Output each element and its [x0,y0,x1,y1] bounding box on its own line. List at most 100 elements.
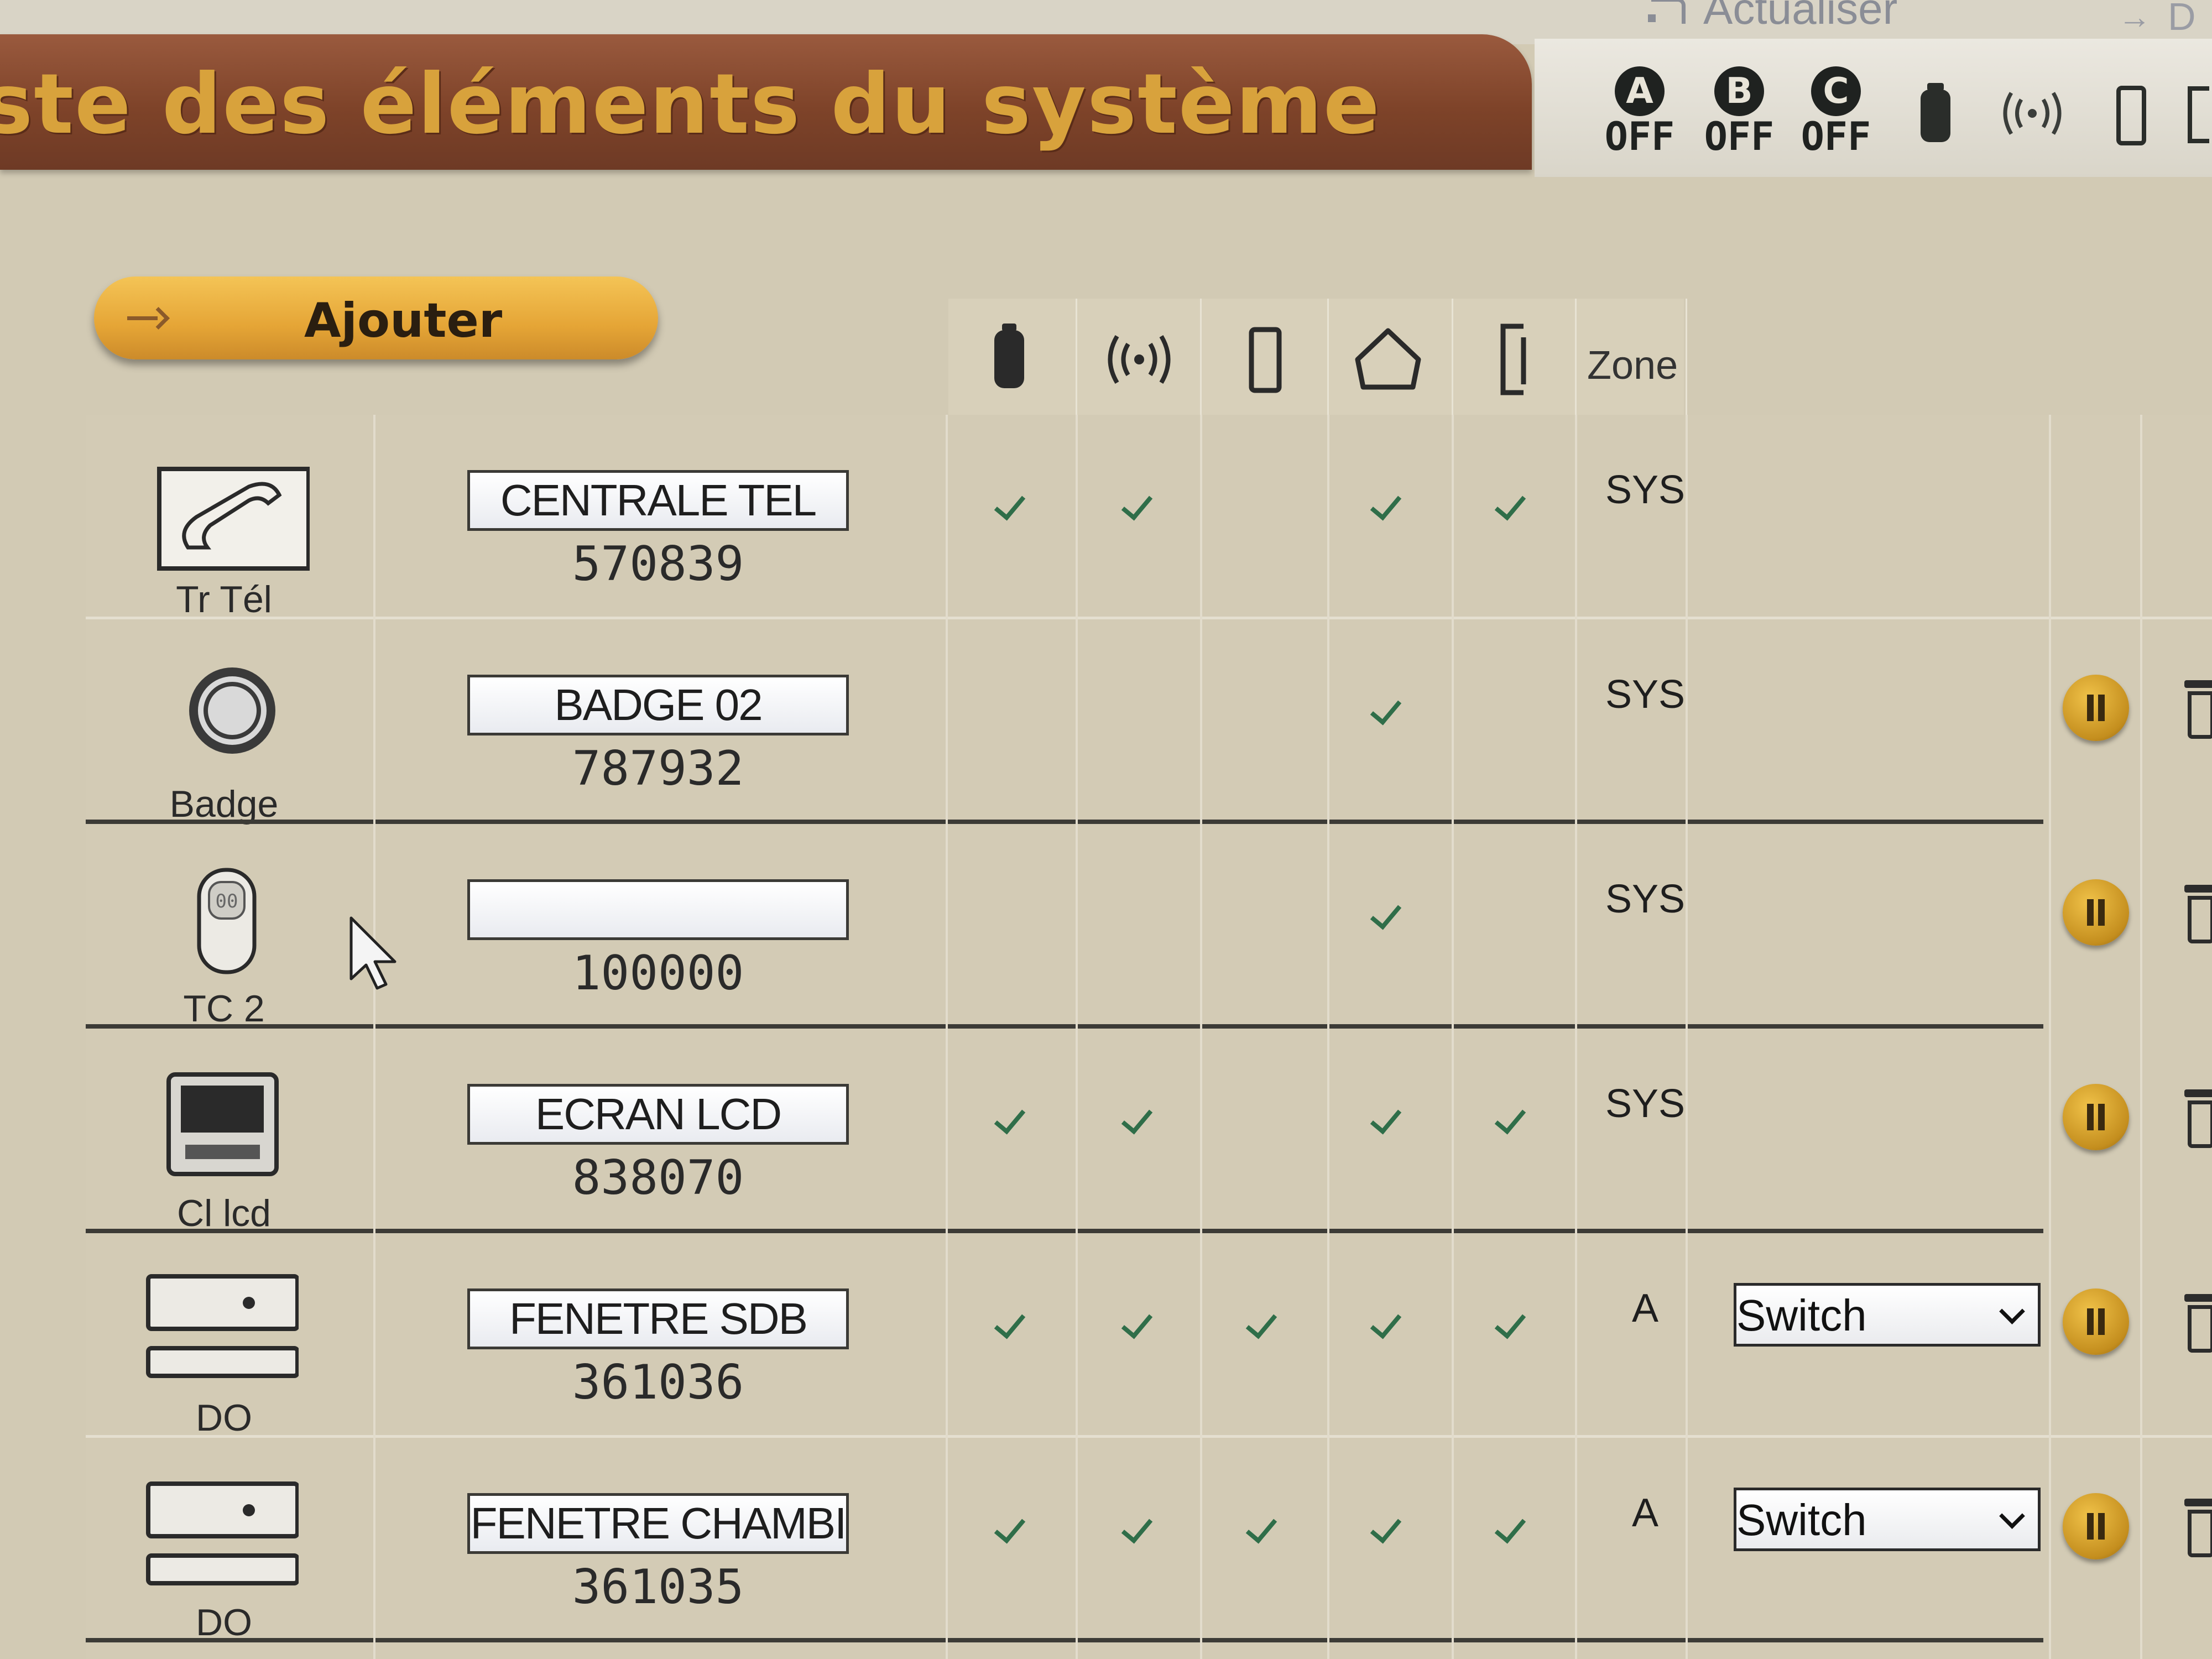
pause-button[interactable] [2063,1084,2129,1150]
delete-icon[interactable] [2184,680,2212,741]
mode-a-state: OFF [1604,114,1675,159]
check-icon [1120,498,1159,520]
page-header: ste des éléments du système [0,34,1532,170]
device-id: 361036 [572,1355,744,1410]
mode-b-state: OFF [1704,114,1775,159]
device-id: 361035 [572,1559,744,1615]
signal-icon [2003,92,2062,135]
device-type-label: DO [196,1397,252,1439]
check-icon [993,1521,1031,1543]
door-opening-detector-icon [146,1274,299,1378]
device-name-field[interactable]: FENETRE CHAMBI [467,1493,849,1554]
check-icon [1369,498,1407,520]
refresh-button[interactable]: Actualiser [1648,0,1897,34]
battery-column-icon [994,324,1024,388]
home-column-icon [1355,328,1421,390]
add-button[interactable]: Ajouter [94,276,658,359]
system-status-bar: A OFF B OFF C OFF [1535,39,2212,177]
check-icon [1369,1521,1407,1543]
check-icon [993,498,1031,520]
mode-a-status[interactable]: A OFF [1595,66,1684,159]
battery-icon [1921,83,1950,142]
mode-select-value: Switch [1736,1495,1867,1545]
device-id: 570839 [572,536,744,592]
zone-column-header: Zone [1587,343,1678,388]
table-row[interactable]: 00 TC 2 100000 SYS [86,824,2212,1030]
header-separator [1200,299,1202,418]
device-name-field[interactable]: CENTRALE TEL [467,470,849,531]
add-button-label: Ajouter [304,293,503,348]
device-name-field[interactable]: ECRAN LCD [467,1084,849,1145]
delete-icon[interactable] [2184,1089,2212,1150]
zone-value: SYS [1605,877,1686,921]
mode-select[interactable]: Switch [1734,1488,2041,1551]
device-type-label: Tr Tél [176,578,272,620]
mode-b-status[interactable]: B OFF [1695,66,1783,159]
header-separator [1686,299,1687,418]
arrow-right-icon [127,307,166,329]
tamper-column-icon [1500,324,1526,395]
door-opening-detector-icon [146,1481,299,1585]
lcd-keypad-icon [166,1072,279,1176]
device-name-field[interactable] [467,879,849,940]
page-title: ste des éléments du système [0,56,1381,153]
door-icon [2116,86,2146,145]
table-row[interactable]: Tr Tél CENTRALE TEL 570839 SYS [86,415,2212,620]
top-right-label: D [2168,0,2196,38]
table-row[interactable]: DO FENETRE CHAMBI 361035 A Switch [86,1438,2212,1644]
pause-button[interactable] [2063,1493,2129,1559]
mouse-cursor-icon [349,916,397,990]
check-icon [1493,498,1532,520]
check-icon [1120,1521,1159,1543]
check-icon [993,1112,1031,1134]
column-separator [1076,415,1078,1659]
mode-select[interactable]: Switch [1734,1283,2041,1347]
check-icon [1369,1112,1407,1134]
column-separator [1686,415,1688,1659]
column-separator [946,415,948,1659]
column-separator [373,415,375,1659]
check-icon [1369,702,1407,724]
mode-c-status[interactable]: C OFF [1792,66,1880,159]
mode-c-state: OFF [1801,114,1871,159]
top-right-link[interactable]: → D [2118,0,2196,39]
chevron-down-icon [1999,1298,2025,1324]
check-icon [1369,1316,1407,1338]
column-separator [2140,415,2142,1659]
pause-button[interactable] [2063,675,2129,741]
device-name-field[interactable]: FENETRE SDB [467,1288,849,1349]
row-divider [86,1024,2043,1029]
column-header-bar [948,299,1684,418]
door-column-icon [1249,327,1282,393]
column-separator [1327,415,1329,1659]
telephone-icon [157,467,310,571]
header-separator [1327,299,1329,418]
delete-icon[interactable] [2184,885,2212,946]
zone-value: SYS [1605,1082,1686,1126]
row-divider [86,1638,2043,1642]
pause-button[interactable] [2063,879,2129,946]
mode-a-icon: A [1615,66,1665,116]
check-icon [1120,1316,1159,1338]
zone-value: SYS [1605,672,1686,717]
radio-signal-column-icon [1108,335,1171,384]
delete-icon[interactable] [2184,1294,2212,1355]
device-name-field[interactable]: BADGE 02 [467,675,849,735]
tamper-icon [2188,86,2209,143]
pause-button[interactable] [2063,1288,2129,1355]
column-separator [1200,415,1202,1659]
table-row[interactable]: Badge BADGE 02 787932 SYS [86,619,2212,825]
zone-value: A [1631,1491,1659,1535]
table-row[interactable]: Cl lcd ECRAN LCD 838070 SYS [86,1029,2212,1234]
header-separator [1575,299,1577,418]
elements-table: Tr Tél CENTRALE TEL 570839 SYS Badge BAD… [86,415,2212,1659]
row-divider [86,1229,2043,1233]
mode-select-value: Switch [1736,1291,1867,1340]
column-separator [1575,415,1577,1659]
check-icon [1244,1316,1283,1338]
delete-icon[interactable] [2184,1499,2212,1559]
arrow-right-icon: → [2118,0,2151,35]
table-row[interactable]: DO FENETRE SDB 361036 A Switch [86,1233,2212,1439]
mode-b-icon: B [1714,66,1764,116]
check-icon [1244,1521,1283,1543]
